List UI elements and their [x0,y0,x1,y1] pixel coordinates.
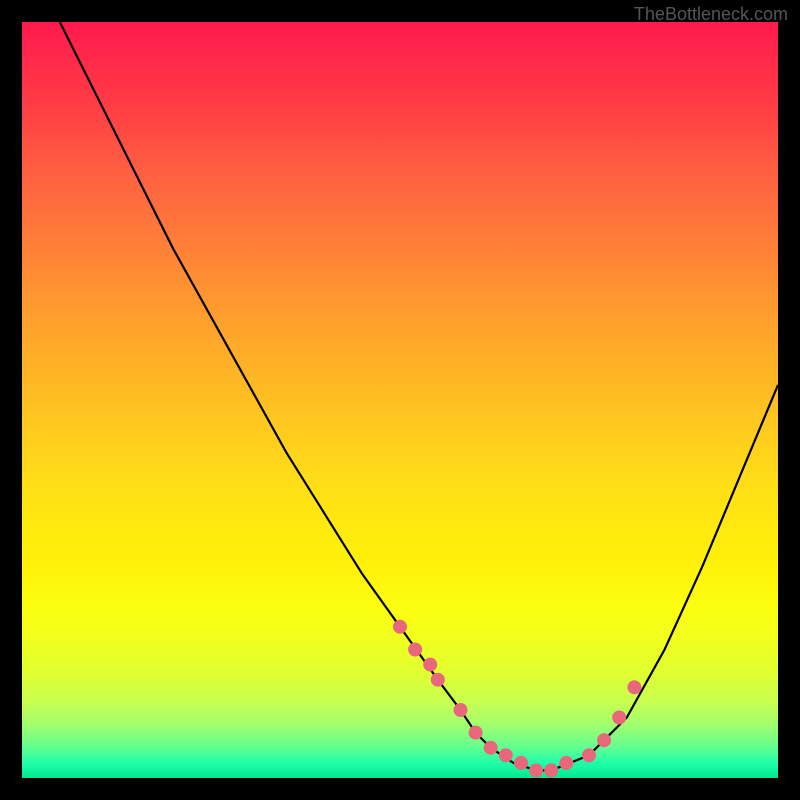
chart-plot-area [22,22,778,778]
scatter-point [454,703,468,717]
curve-line [60,22,778,770]
scatter-point [597,733,611,747]
scatter-point [469,726,483,740]
scatter-point [423,658,437,672]
scatter-point [431,673,445,687]
scatter-point [499,748,513,762]
scatter-point [408,643,422,657]
scatter-points [393,620,641,778]
scatter-point [393,620,407,634]
scatter-point [484,741,498,755]
scatter-point [612,711,626,725]
scatter-point [627,680,641,694]
scatter-point [544,763,558,777]
scatter-point [529,763,543,777]
scatter-point [514,756,528,770]
scatter-point [582,748,596,762]
chart-svg [22,22,778,778]
watermark-text: TheBottleneck.com [634,4,788,25]
scatter-point [559,756,573,770]
